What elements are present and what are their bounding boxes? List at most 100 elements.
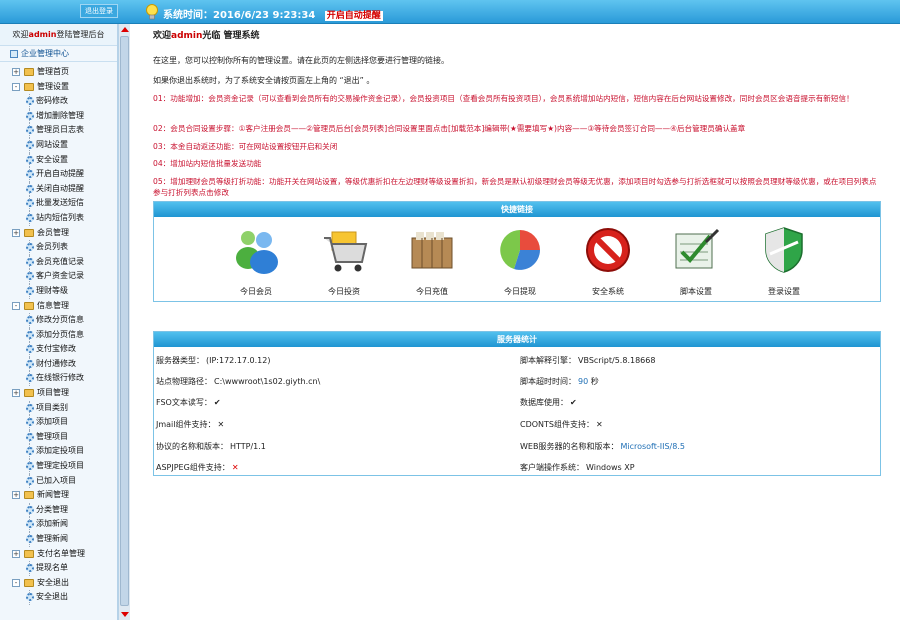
server-stats-title: 服务器统计 [154, 332, 880, 347]
gear-icon [26, 140, 34, 149]
system-time-text: 系统时间：2016/6/23 9:23:34 [163, 10, 316, 21]
nav-label: 支付宝修改 [36, 344, 76, 354]
collapse-icon[interactable]: - [12, 578, 20, 587]
stat-label: FSO文本读写： [156, 398, 212, 407]
expand-icon[interactable]: + [12, 68, 20, 76]
stat-label: 脚本解释引擎： [520, 356, 576, 365]
collapse-icon[interactable]: - [12, 301, 20, 310]
nav-item[interactable]: 提现名单 [0, 561, 117, 576]
quick-link-label: 安全系统 [592, 287, 624, 296]
center-title[interactable]: 企业管理中心 [0, 46, 117, 62]
nav-item[interactable]: 管理新闻 [0, 532, 117, 547]
stat-label: 客户端操作系统： [520, 463, 584, 472]
nav-item[interactable]: 关闭自动提醒 [0, 181, 117, 197]
quick-links-row: 今日会员 今日投资 今日充值 今日提现 安全系统 脚本设置 登录设置 [214, 224, 834, 302]
quick-link-recharge[interactable]: 今日充值 [390, 224, 470, 302]
nav-item[interactable]: 管理定投项目 [0, 459, 117, 474]
nav-label: 分类管理 [36, 504, 68, 514]
expand-icon[interactable]: + [12, 228, 20, 237]
scroll-up-icon[interactable] [121, 27, 129, 32]
nav-item[interactable]: 会员列表 [0, 240, 117, 255]
cross-icon: ✕ [596, 420, 603, 429]
quick-link-withdraw[interactable]: 今日提现 [478, 224, 558, 302]
gear-icon [26, 418, 34, 427]
nav-item[interactable]: 增加删除管理 [0, 108, 117, 124]
forbidden-icon [586, 228, 630, 272]
nav-item[interactable]: 添加新闻 [0, 517, 117, 532]
protocol-row: 协议的名称和版本： HTTP/1.1 [156, 441, 266, 452]
nav-item[interactable]: 项目类别 [0, 400, 117, 416]
nav-label: 新闻管理 [37, 490, 69, 500]
nav-label: 关闭自动提醒 [36, 183, 84, 193]
nav-item[interactable]: 添加分页信息 [0, 327, 117, 343]
shield-icon [765, 227, 803, 273]
nav-item[interactable]: 添加定投项目 [0, 444, 117, 460]
nav-group[interactable]: + 项目管理 [0, 386, 117, 401]
quick-link-investments[interactable]: 今日投资 [302, 224, 382, 302]
stat-value: Windows XP [586, 463, 635, 472]
scroll-down-icon[interactable] [121, 612, 129, 617]
nav-item[interactable]: 站内短信列表 [0, 210, 117, 226]
nav-item[interactable]: 开启自动提醒 [0, 167, 117, 182]
collapse-icon[interactable]: - [12, 82, 20, 91]
auto-remind-link[interactable]: 开启自动提醒 [324, 11, 383, 21]
quick-link-members[interactable]: 今日会员 [214, 224, 294, 302]
scroll-thumb[interactable] [120, 36, 129, 606]
nav-item[interactable]: 网站设置 [0, 137, 117, 153]
nav-item[interactable]: 理财等级 [0, 283, 117, 299]
stat-value: 90 [578, 377, 589, 386]
nav-label: 安全退出 [36, 592, 68, 602]
quick-link-security[interactable]: 安全系统 [566, 224, 646, 302]
logout-hint: 如果你退出系统时，为了系统安全请按页面左上角的 “退出” 。 [153, 76, 375, 85]
fso-row: FSO文本读写： ✔ [156, 397, 221, 408]
stat-label: 协议的名称和版本： [156, 442, 228, 451]
nav-item[interactable]: 管理项目 [0, 429, 117, 445]
quick-link-login-settings[interactable]: 登录设置 [742, 224, 822, 302]
nav-item[interactable]: 已加入项目 [0, 473, 117, 489]
nav-group[interactable]: - 管理设置 [0, 80, 117, 95]
nav-group[interactable]: + 会员管理 [0, 226, 117, 241]
gear-icon [26, 184, 34, 193]
nav-item[interactable]: 支付宝修改 [0, 342, 117, 357]
nav-group[interactable]: - 安全退出 [0, 576, 117, 591]
nav-label: 管理定投项目 [36, 461, 84, 471]
nav-group[interactable]: - 信息管理 [0, 299, 117, 314]
stat-value: Microsoft-IIS/8.5 [620, 442, 685, 451]
nav-item[interactable]: 会员充值记录 [0, 254, 117, 270]
expand-icon[interactable]: + [12, 491, 20, 500]
gear-icon [26, 403, 34, 412]
folder-icon [24, 228, 34, 237]
nav-group[interactable]: + 管理首页 [0, 65, 117, 80]
nav-group[interactable]: + 支付名单管理 [0, 547, 117, 562]
nav-label: 信息管理 [37, 300, 69, 310]
nav-item[interactable]: 分类管理 [0, 502, 117, 518]
expand-icon[interactable]: + [12, 549, 20, 558]
nav-item[interactable]: 安全设置 [0, 152, 117, 168]
nav-label: 财付通修改 [36, 358, 76, 368]
nav-item[interactable]: 财付通修改 [0, 356, 117, 372]
nav-item[interactable]: 安全退出 [0, 590, 117, 605]
expand-icon[interactable]: + [12, 389, 20, 398]
server-type-row: 服务器类型： (IP:172.17.0.12) [156, 355, 270, 366]
nav-item[interactable]: 密码修改 [0, 94, 117, 109]
nav-item[interactable]: 管理员日志表 [0, 123, 117, 138]
nav-label: 管理设置 [37, 81, 69, 91]
quick-link-script-settings[interactable]: 脚本设置 [654, 224, 734, 302]
nav-group[interactable]: + 新闻管理 [0, 488, 117, 503]
stat-value: VBScript/5.8.18668 [578, 356, 656, 365]
nav-label: 添加分页信息 [36, 329, 84, 339]
nav-item[interactable]: 在线银行修改 [0, 371, 117, 387]
folder-icon [24, 301, 34, 310]
sidebar-welcome: 欢迎admin登陆管理后台 [0, 24, 117, 46]
sidebar-scrollbar[interactable] [118, 24, 130, 620]
stat-label: 站点物理路径： [156, 377, 212, 386]
nav-item[interactable]: 添加项目 [0, 415, 117, 430]
nav-item[interactable]: 客户资金记录 [0, 269, 117, 284]
quick-link-label: 脚本设置 [680, 287, 712, 296]
folder-icon [24, 389, 34, 398]
nav-item[interactable]: 批量发送短信 [0, 196, 117, 211]
logout-button[interactable]: 退出登录 [80, 4, 118, 18]
gear-icon [26, 257, 34, 266]
gear-icon [26, 199, 34, 208]
nav-item[interactable]: 修改分页信息 [0, 313, 117, 328]
